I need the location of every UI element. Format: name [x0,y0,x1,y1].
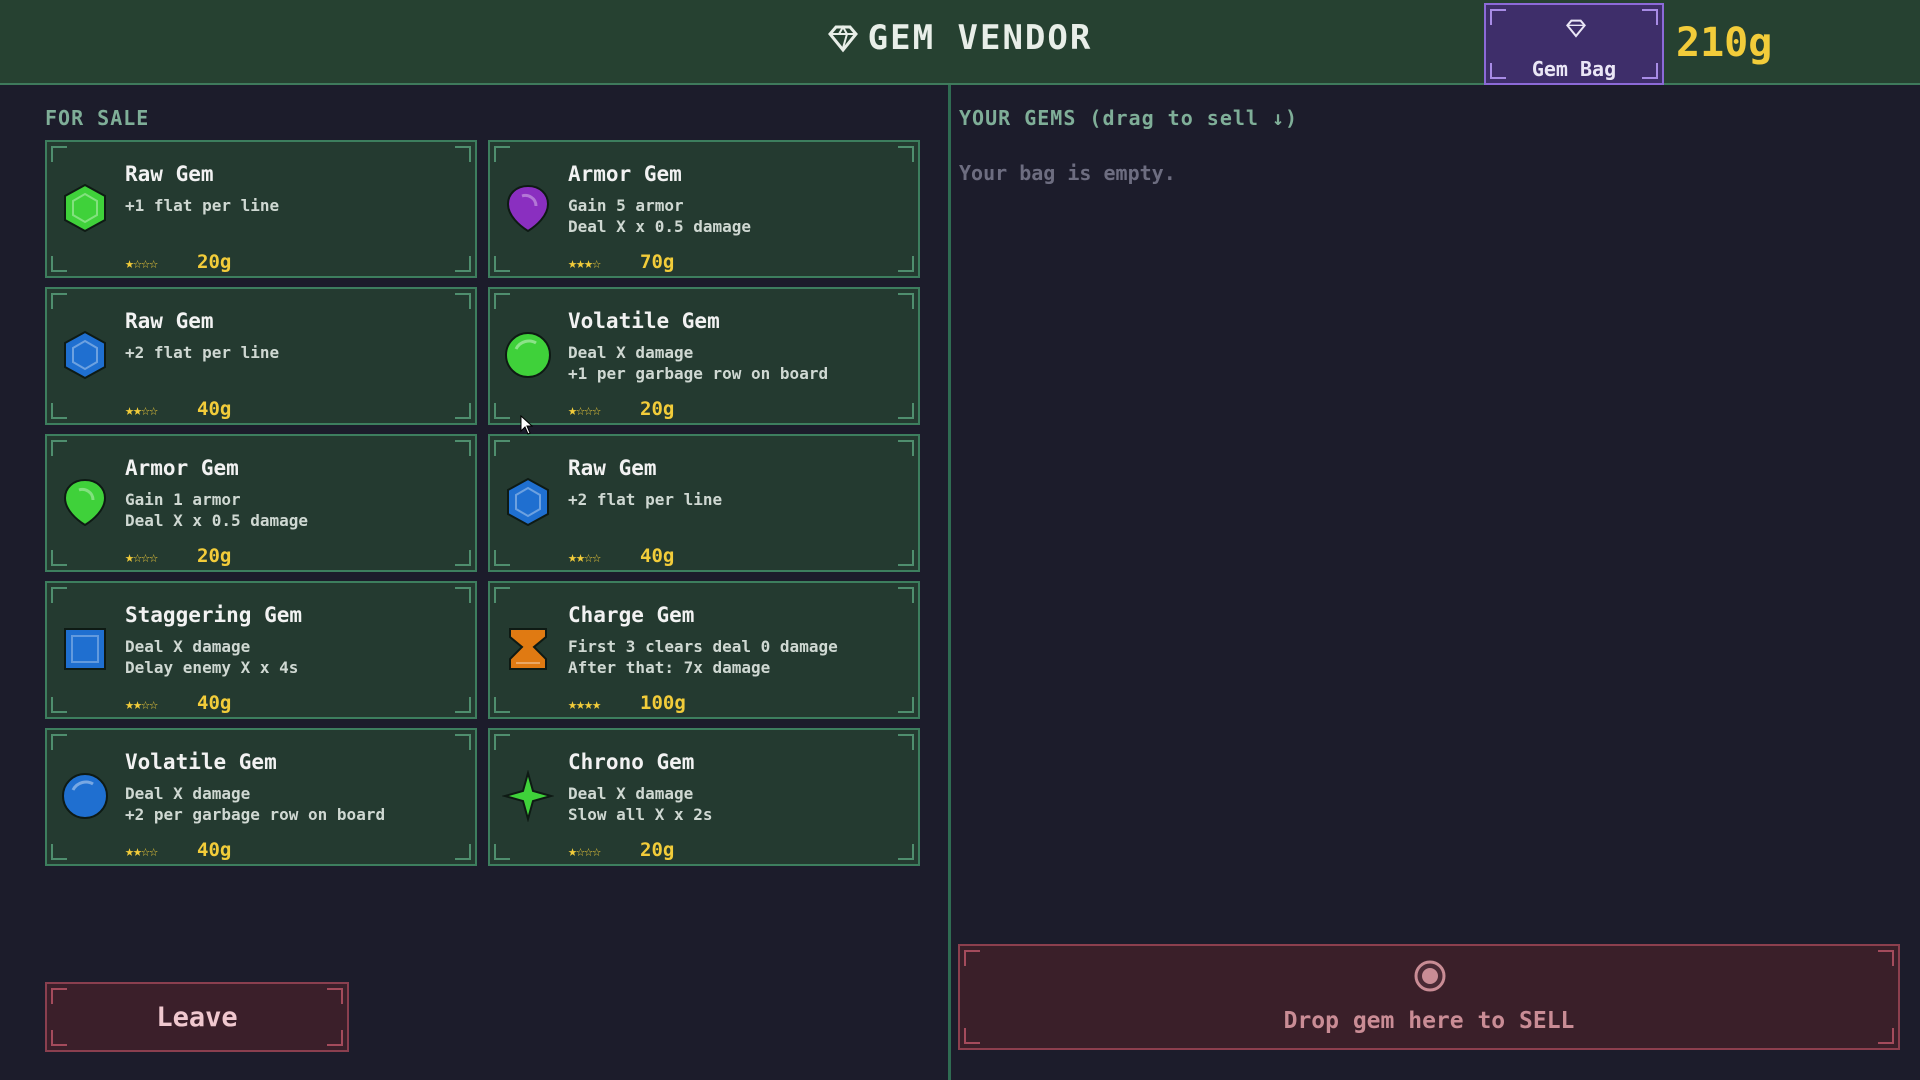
blue-round-gem-icon [62,773,108,819]
item-name: Chrono Gem [568,750,695,774]
green-round-gem-icon [505,332,551,378]
item-description-line: +1 flat per line [125,196,280,215]
coin-icon [1414,960,1446,992]
shop-item-card[interactable]: Volatile Gem Deal X damage +1 per garbage… [488,287,920,425]
item-name: Armor Gem [568,162,682,186]
item-price: 20g [197,251,232,273]
shop-item-card[interactable]: Volatile Gem Deal X damage +2 per garbage… [45,728,477,866]
green-shield-gem-icon [63,478,107,527]
item-description: +2 flat per line [568,489,722,510]
gold-counter: 210g [1676,20,1773,66]
blue-hexagon-gem-icon [507,477,549,527]
shop-item-card[interactable]: Armor Gem Gain 1 armor Deal X x 0.5 damag… [45,434,477,572]
item-name: Raw Gem [568,456,657,480]
blue-hexagon-gem-icon [64,330,106,380]
rarity-stars: ★☆☆☆ [125,254,158,272]
item-price: 20g [640,398,675,420]
panel-divider [948,85,951,1080]
item-name: Volatile Gem [125,750,277,774]
leave-label: Leave [156,1002,238,1033]
item-name: Volatile Gem [568,309,720,333]
sell-drop-zone[interactable]: Drop gem here to SELL [958,944,1900,1050]
shop-item-card[interactable]: Raw Gem +2 flat per line ★★☆☆ 40g [488,434,920,572]
item-description-line: Gain 5 armor [568,196,684,215]
item-description: Deal X damage Delay enemy X x 4s [125,636,298,678]
item-name: Armor Gem [125,456,239,480]
header-bar: GEM VENDOR Gem Bag 210g [0,0,1920,85]
item-description: +1 flat per line [125,195,279,216]
item-description-line: +2 flat per line [125,343,280,362]
your-gems-label: YOUR GEMS (drag to sell ↓) [959,106,1299,130]
item-description: +2 flat per line [125,342,279,363]
item-name: Charge Gem [568,603,695,627]
item-price: 40g [640,545,675,567]
rarity-stars: ★☆☆☆ [125,548,158,566]
shop-item-card[interactable]: Raw Gem +1 flat per line ★☆☆☆ 20g [45,140,477,278]
item-price: 40g [197,398,232,420]
item-description-line: First 3 clears deal 0 damage [568,637,838,656]
item-description-line: Delay enemy X x 4s [125,658,299,677]
mouse-cursor-icon [520,415,534,435]
rarity-stars: ★★★★ [568,695,601,713]
item-description-line: Deal X damage [568,343,694,362]
item-description: Deal X damage +2 per garbage row on board [125,783,385,825]
diamond-icon [1566,19,1586,38]
item-description-line: After that: 7x damage [568,658,771,677]
rarity-stars: ★★☆☆ [125,401,158,419]
shop-item-card[interactable]: Armor Gem Gain 5 armor Deal X x 0.5 damag… [488,140,920,278]
item-description-line: +2 per garbage row on board [125,805,386,824]
item-description-line: Deal X x 0.5 damage [568,217,752,236]
for-sale-label: FOR SALE [45,106,150,130]
item-price: 70g [640,251,675,273]
rarity-stars: ★★★☆ [568,254,601,272]
item-description-line: Deal X damage [125,784,251,803]
blue-square-gem-icon [64,628,106,670]
item-description: Gain 1 armor Deal X x 0.5 damage [125,489,308,531]
item-name: Staggering Gem [125,603,303,627]
gem-bag-button[interactable]: Gem Bag [1484,3,1664,85]
item-description: Deal X damage Slow all X x 2s [568,783,713,825]
shop-item-card[interactable]: Staggering Gem Deal X damage Delay enemy … [45,581,477,719]
rarity-stars: ★★☆☆ [125,842,158,860]
item-price: 20g [640,839,675,861]
shop-item-card[interactable]: Charge Gem First 3 clears deal 0 damage A… [488,581,920,719]
item-description-line: Deal X x 0.5 damage [125,511,309,530]
item-price: 20g [197,545,232,567]
item-description: First 3 clears deal 0 damage After that: … [568,636,838,678]
sell-label: Drop gem here to SELL [1283,1008,1575,1034]
empty-bag-text: Your bag is empty. [959,161,1176,185]
purple-shield-gem-icon [506,184,550,233]
green-hexagon-gem-icon [64,183,106,233]
item-price: 40g [197,692,232,714]
title-text: GEM VENDOR [867,18,1093,58]
item-description-line: Gain 1 armor [125,490,241,509]
item-description-line: +2 flat per line [568,490,723,509]
diamond-icon [827,24,858,53]
item-description: Gain 5 armor Deal X x 0.5 damage [568,195,751,237]
rarity-stars: ★★☆☆ [568,548,601,566]
shop-item-card[interactable]: Chrono Gem Deal X damage Slow all X x 2s … [488,728,920,866]
item-name: Raw Gem [125,162,214,186]
item-name: Raw Gem [125,309,214,333]
shop-item-card[interactable]: Raw Gem +2 flat per line ★★☆☆ 40g [45,287,477,425]
item-price: 100g [640,692,686,714]
item-price: 40g [197,839,232,861]
gem-bag-label: Gem Bag [1531,57,1617,81]
rarity-stars: ★★☆☆ [125,695,158,713]
rarity-stars: ★☆☆☆ [568,842,601,860]
rarity-stars: ★☆☆☆ [568,401,601,419]
item-description-line: Slow all X x 2s [568,805,713,824]
orange-hourglass-gem-icon [509,628,547,670]
leave-button[interactable]: Leave [45,982,349,1052]
green-star-gem-icon [502,770,554,822]
item-description: Deal X damage +1 per garbage row on board [568,342,828,384]
item-description-line: Deal X damage [568,784,694,803]
item-description-line: Deal X damage [125,637,251,656]
item-description-line: +1 per garbage row on board [568,364,829,383]
